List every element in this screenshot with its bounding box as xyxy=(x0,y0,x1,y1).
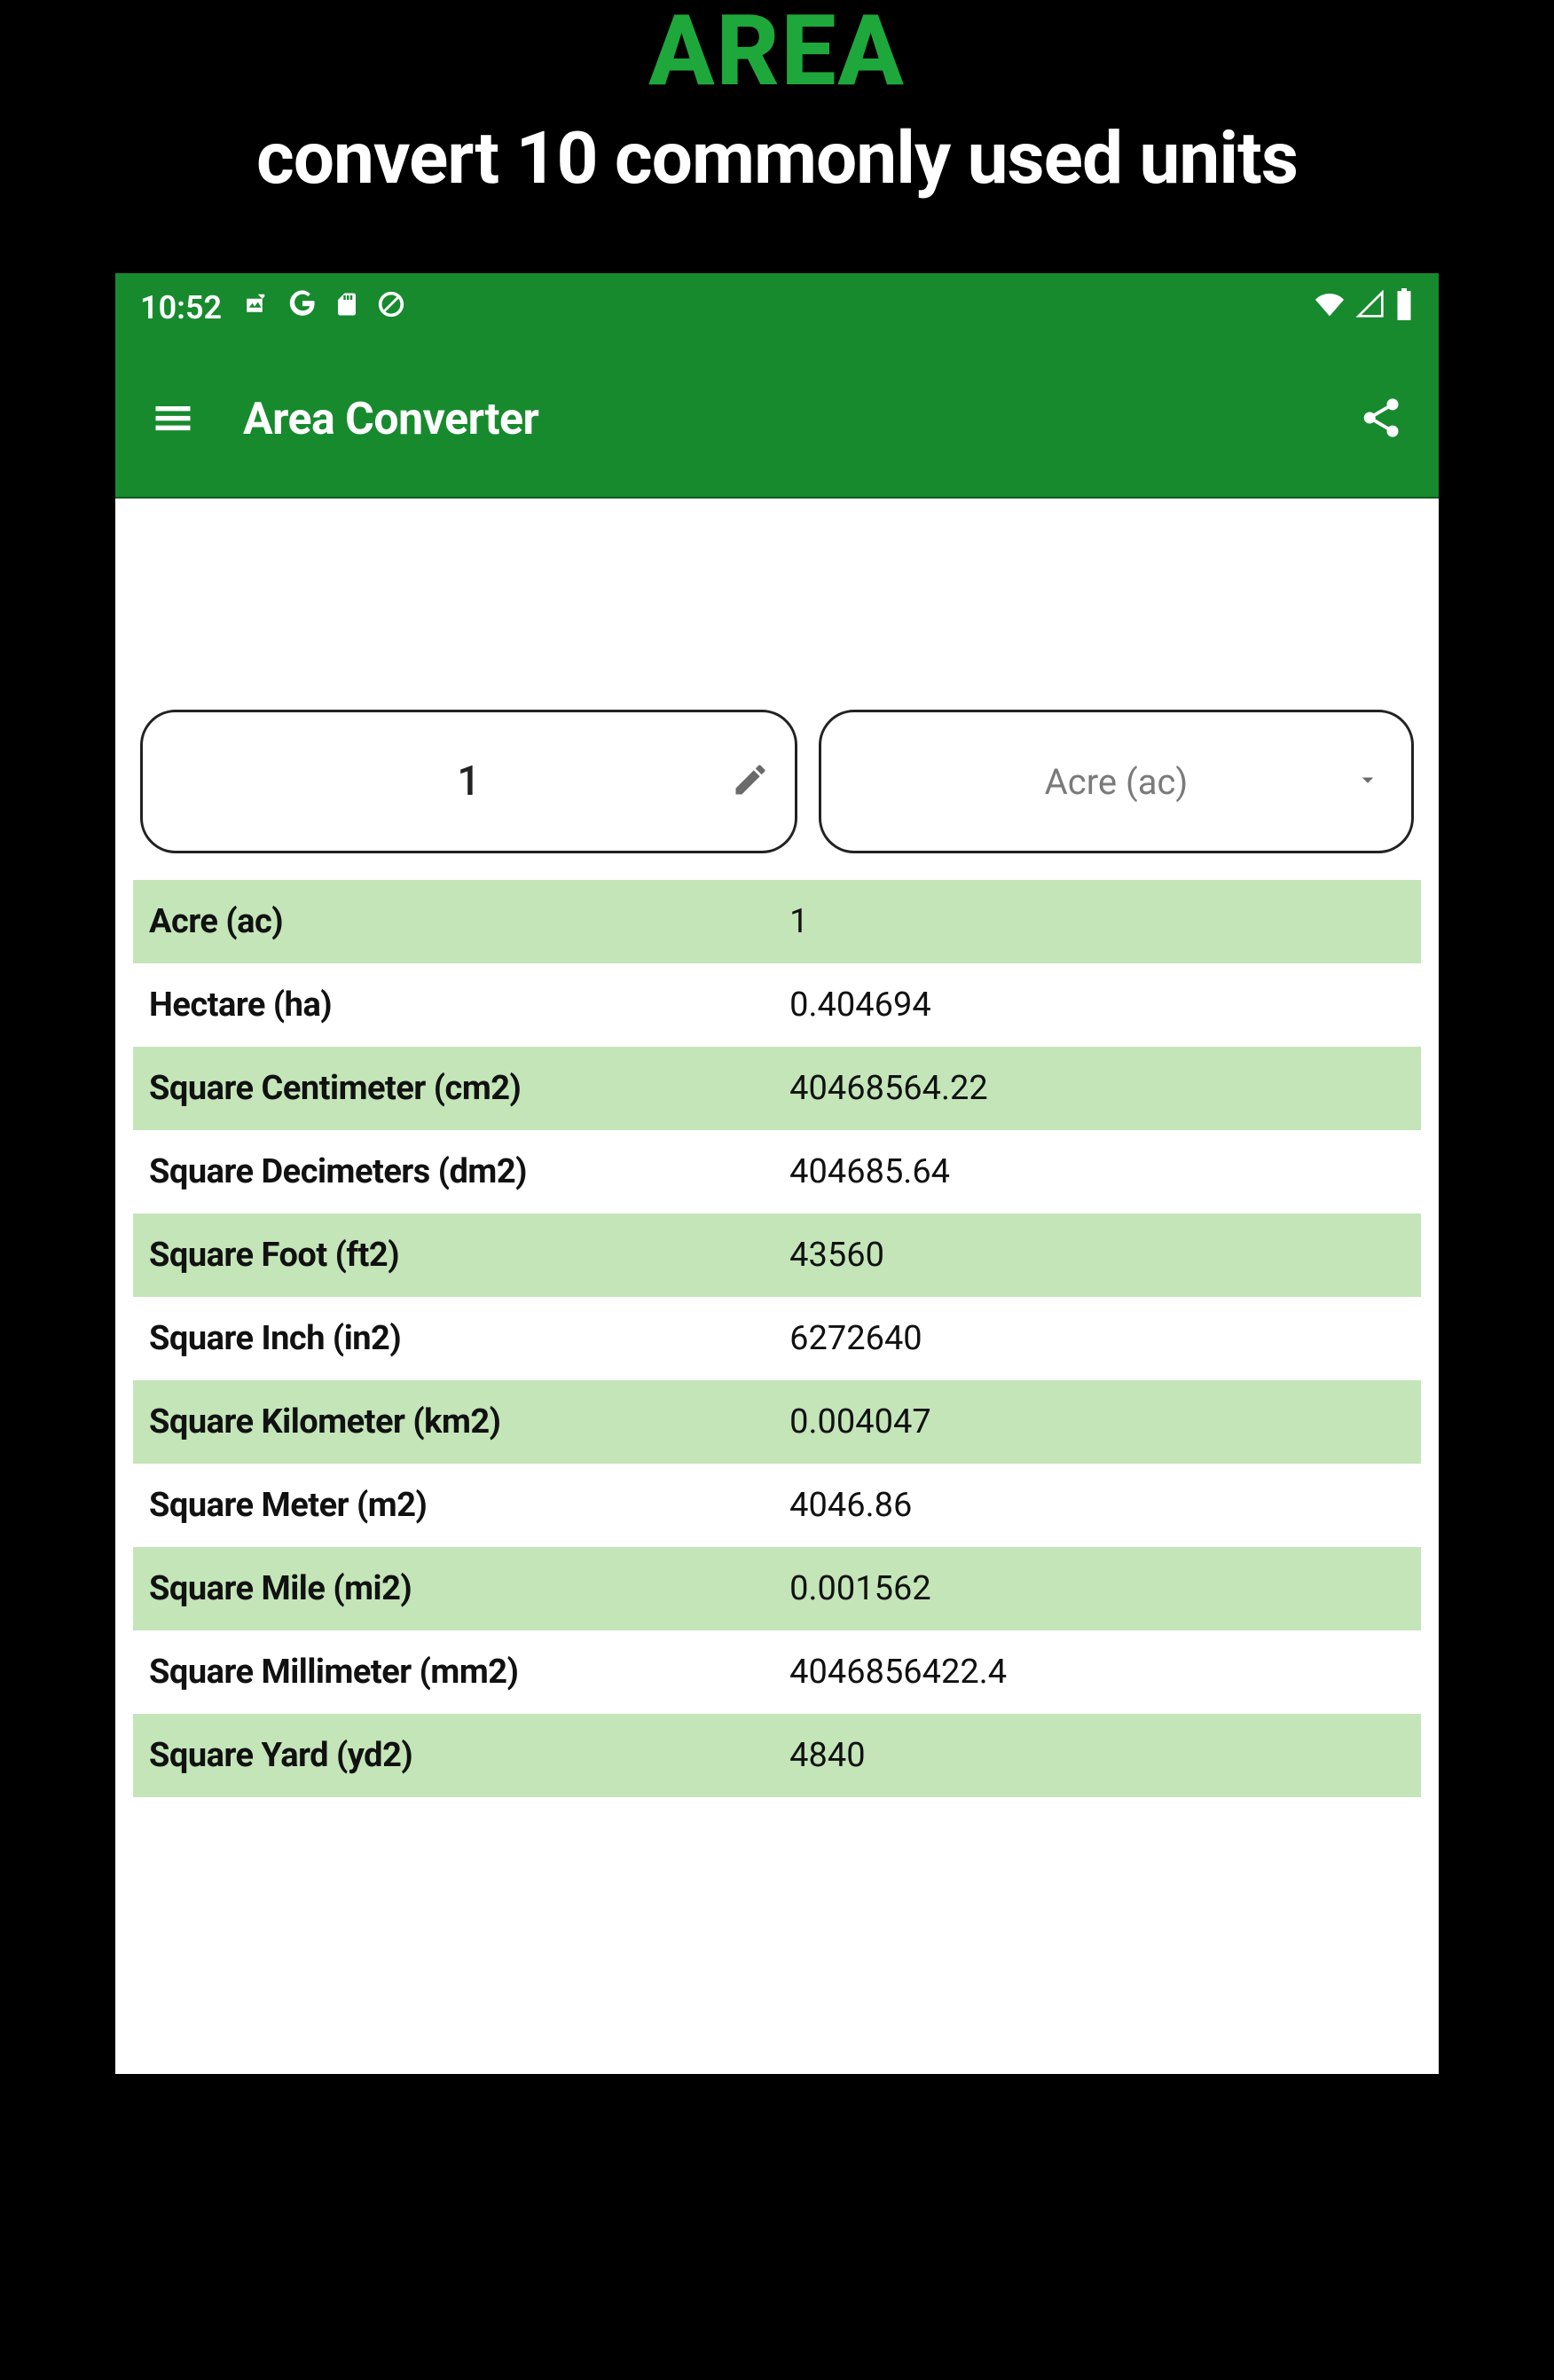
value-input-text: 1 xyxy=(143,758,795,805)
no-sign-icon xyxy=(376,289,406,327)
status-clock: 10:52 xyxy=(140,289,222,326)
result-unit: Square Foot (ft2) xyxy=(149,1236,789,1275)
result-value: 0.404694 xyxy=(789,986,1405,1025)
result-unit: Square Yard (yd2) xyxy=(149,1736,789,1775)
promo-title: AREA xyxy=(0,0,1554,103)
result-value: 1 xyxy=(789,902,1405,941)
app-bar: Area Converter xyxy=(115,342,1439,499)
table-row[interactable]: Hectare (ha) 0.404694 xyxy=(133,963,1421,1047)
chevron-down-icon xyxy=(1354,766,1381,797)
share-icon xyxy=(1358,395,1404,444)
google-g-icon xyxy=(287,289,318,327)
cell-signal-icon xyxy=(1355,290,1385,326)
value-input[interactable]: 1 xyxy=(140,710,797,853)
share-button[interactable] xyxy=(1350,389,1412,451)
result-value: 4046856422.4 xyxy=(789,1653,1405,1692)
table-row[interactable]: Square Meter (m2) 4046.86 xyxy=(133,1464,1421,1547)
menu-button[interactable] xyxy=(142,389,204,451)
app-title: Area Converter xyxy=(243,394,538,445)
table-row[interactable]: Square Centimeter (cm2) 40468564.22 xyxy=(133,1047,1421,1130)
result-unit: Square Inch (in2) xyxy=(149,1319,789,1358)
result-unit: Hectare (ha) xyxy=(149,986,789,1025)
result-value: 6272640 xyxy=(789,1319,1405,1358)
result-value: 43560 xyxy=(789,1236,1405,1275)
table-row[interactable]: Square Yard (yd2) 4840 xyxy=(133,1714,1421,1797)
unit-select-text: Acre (ac) xyxy=(1045,761,1189,803)
result-value: 4840 xyxy=(789,1736,1405,1775)
result-value: 4046.86 xyxy=(789,1486,1405,1525)
hamburger-icon xyxy=(150,395,196,444)
result-unit: Square Meter (m2) xyxy=(149,1486,789,1525)
promo-subtitle: convert 10 commonly used units xyxy=(0,119,1554,199)
content-area: 1 Acre (ac) Acre (ac) 1 Hectare (ha) 0.4… xyxy=(115,499,1439,2074)
input-row: 1 Acre (ac) xyxy=(133,710,1421,853)
battery-icon xyxy=(1394,288,1414,328)
sd-card-icon xyxy=(334,289,360,327)
result-value: 0.004047 xyxy=(789,1402,1405,1441)
result-value: 0.001562 xyxy=(789,1569,1405,1608)
result-value: 40468564.22 xyxy=(789,1069,1405,1108)
pencil-icon xyxy=(731,760,770,803)
unit-select[interactable]: Acre (ac) xyxy=(819,710,1414,853)
status-bar: 10:52 xyxy=(115,273,1439,342)
table-row[interactable]: Square Foot (ft2) 43560 xyxy=(133,1214,1421,1297)
table-row[interactable]: Square Kilometer (km2) 0.004047 xyxy=(133,1380,1421,1464)
results-table: Acre (ac) 1 Hectare (ha) 0.404694 Square… xyxy=(133,880,1421,1797)
wifi-icon xyxy=(1313,290,1346,326)
mail-icon xyxy=(238,290,271,326)
table-row[interactable]: Square Decimeters (dm2) 404685.64 xyxy=(133,1130,1421,1214)
table-row[interactable]: Square Inch (in2) 6272640 xyxy=(133,1297,1421,1380)
result-unit: Square Decimeters (dm2) xyxy=(149,1152,789,1191)
phone-frame: 10:52 xyxy=(115,273,1439,2074)
table-row[interactable]: Acre (ac) 1 xyxy=(133,880,1421,963)
table-row[interactable]: Square Mile (mi2) 0.001562 xyxy=(133,1547,1421,1630)
table-row[interactable]: Square Millimeter (mm2) 4046856422.4 xyxy=(133,1630,1421,1714)
result-unit: Square Mile (mi2) xyxy=(149,1569,789,1608)
result-unit: Square Millimeter (mm2) xyxy=(149,1653,789,1692)
result-value: 404685.64 xyxy=(789,1152,1405,1191)
result-unit: Square Centimeter (cm2) xyxy=(149,1069,789,1108)
result-unit: Square Kilometer (km2) xyxy=(149,1402,789,1441)
result-unit: Acre (ac) xyxy=(149,902,789,941)
